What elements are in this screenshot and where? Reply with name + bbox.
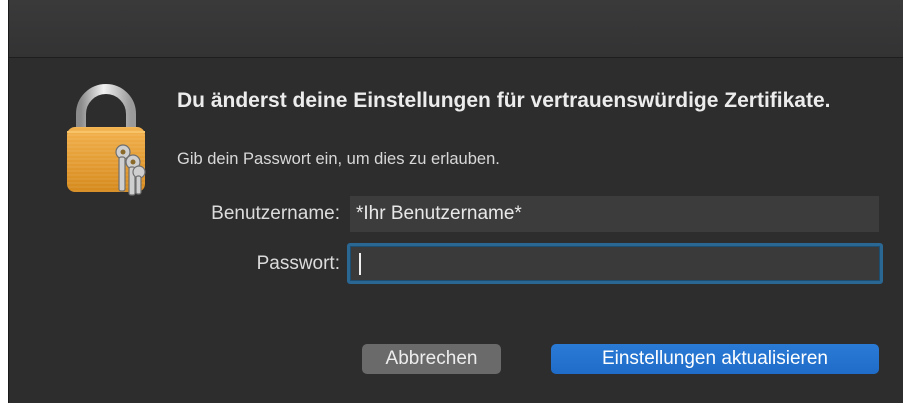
padlock-with-keys-icon bbox=[67, 84, 146, 196]
update-settings-button[interactable]: Einstellungen aktualisieren bbox=[551, 344, 879, 374]
password-label: Passwort: bbox=[256, 253, 340, 274]
text-cursor bbox=[359, 253, 361, 275]
cancel-button[interactable]: Abbrechen bbox=[362, 344, 501, 374]
password-field[interactable] bbox=[347, 243, 883, 284]
authorization-dialog: Du änderst deine Einstellungen für vertr… bbox=[8, 0, 903, 403]
dialog-heading: Du änderst deine Einstellungen für vertr… bbox=[177, 89, 831, 112]
dialog-subtext: Gib dein Passwort ein, um dies zu erlaub… bbox=[177, 150, 500, 168]
username-label: Benutzername: bbox=[211, 203, 340, 224]
dialog-titlebar bbox=[9, 0, 903, 58]
username-field[interactable]: *Ihr Benutzername* bbox=[350, 196, 879, 232]
